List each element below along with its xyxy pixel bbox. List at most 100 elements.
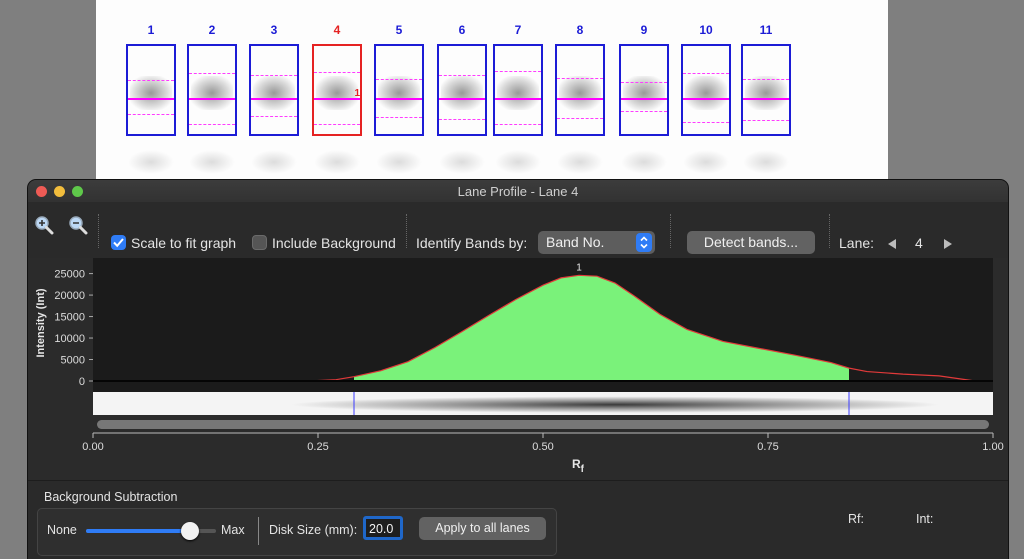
lane-boundary-line — [683, 73, 729, 74]
toolbar-separator — [829, 214, 831, 248]
lane-number-label: 7 — [514, 23, 522, 37]
lane-boundary-line — [557, 118, 603, 119]
lane-box[interactable] — [741, 44, 791, 136]
y-tick-label: 15000 — [54, 312, 85, 324]
lane-center-line — [621, 98, 667, 100]
lane-boundary-line — [621, 82, 667, 83]
lane-number-label: 3 — [270, 23, 278, 37]
next-lane-arrow-icon[interactable] — [942, 238, 954, 250]
x-tick-label: 0.50 — [532, 441, 553, 453]
lane-center-line — [683, 98, 729, 100]
scale-to-fit-label: Scale to fit graph — [131, 235, 237, 251]
apply-to-all-lanes-button[interactable]: Apply to all lanes — [419, 517, 546, 540]
y-axis-title: Intensity (Int) — [35, 288, 47, 357]
lane-box[interactable] — [187, 44, 237, 136]
y-tick-label: 0 — [79, 376, 85, 388]
scale-to-fit-checkbox[interactable] — [111, 235, 126, 250]
faint-band — [557, 150, 603, 174]
lane-number-label: 1 — [147, 23, 155, 37]
faint-band — [743, 150, 789, 174]
lane-number-label: 6 — [458, 23, 466, 37]
lane-box[interactable] — [619, 44, 669, 136]
lane-box[interactable] — [681, 44, 731, 136]
lane-box[interactable] — [555, 44, 605, 136]
lane-box[interactable] — [493, 44, 543, 136]
lane-box[interactable] — [126, 44, 176, 136]
slider-knob[interactable] — [181, 522, 199, 540]
lane-center-line — [314, 98, 360, 100]
disk-size-value: 20.0 — [369, 522, 394, 536]
slider-max-label: Max — [221, 523, 245, 537]
lane-boundary-line — [128, 114, 174, 115]
lane-boundary-line — [621, 111, 667, 112]
lane-profile-chart[interactable]: 1 0 5000 10000 15000 20000 25000 Intensity (Int… — [28, 258, 1008, 480]
lane-boundary-line — [495, 71, 541, 72]
select-stepper — [636, 233, 652, 252]
faint-band — [376, 150, 422, 174]
lane-center-line — [439, 98, 485, 100]
lane-center-line — [557, 98, 603, 100]
lane-boundary-line — [683, 122, 729, 123]
y-tick-label: 20000 — [54, 290, 85, 302]
background-slider[interactable] — [86, 522, 216, 540]
disk-size-label: Disk Size (mm): — [269, 523, 358, 537]
lane-profile-window: Lane Profile - Lane 4 Scale to fit graph… — [28, 180, 1008, 559]
detect-bands-button[interactable]: Detect bands... — [687, 231, 815, 254]
lane-box[interactable]: 1 — [312, 44, 362, 136]
window-title: Lane Profile - Lane 4 — [457, 184, 579, 199]
lane-box[interactable] — [437, 44, 487, 136]
lane-center-line — [251, 98, 297, 100]
x-tick-label: 0.75 — [757, 441, 778, 453]
lane-number-label: 4 — [333, 23, 341, 37]
lane-boundary-line — [314, 124, 360, 125]
band-smear — [497, 76, 539, 110]
rf-readout-label: Rf: — [848, 512, 864, 526]
y-tick-label: 5000 — [61, 355, 85, 367]
lane-number-label: 2 — [208, 23, 216, 37]
magnifier-minus-icon[interactable] — [68, 215, 88, 235]
title-bar[interactable]: Lane Profile - Lane 4 — [28, 180, 1008, 203]
slider-fill — [86, 529, 190, 533]
faint-band — [439, 150, 485, 174]
lane-boundary-line — [314, 72, 360, 73]
lane-number: 4 — [915, 235, 923, 251]
faint-band — [495, 150, 541, 174]
faint-band — [189, 150, 235, 174]
band-smear — [441, 76, 483, 110]
bottom-panel: Background Subtraction None Max Disk Siz… — [28, 480, 1008, 559]
band-smear — [191, 76, 233, 110]
faint-band — [683, 150, 729, 174]
x-tick-label: 0.00 — [82, 441, 103, 453]
band-smear — [253, 76, 295, 110]
identify-bands-label: Identify Bands by: — [416, 235, 528, 251]
lane-boundary-line — [557, 78, 603, 79]
disk-size-input[interactable]: 20.0 — [363, 516, 403, 540]
band-smear — [130, 76, 172, 110]
lane-boundary-line — [251, 116, 297, 117]
lane-boundary-line — [439, 119, 485, 120]
identify-bands-select[interactable]: Band No. — [538, 231, 655, 254]
x-tick-label: 0.25 — [307, 441, 328, 453]
faint-band — [251, 150, 297, 174]
band-smear — [316, 76, 358, 110]
previous-lane-arrow-icon[interactable] — [886, 238, 898, 250]
lane-boundary-line — [743, 79, 789, 80]
faint-band — [314, 150, 360, 174]
band-peak-label: 1 — [576, 262, 582, 273]
lane-boundary-line — [251, 75, 297, 76]
group-divider — [258, 517, 259, 545]
lane-box[interactable] — [374, 44, 424, 136]
lane-number-label: 8 — [576, 23, 584, 37]
x-tick-label: 1.00 — [982, 441, 1003, 453]
include-background-checkbox[interactable] — [252, 235, 267, 250]
lane-center-line — [128, 98, 174, 100]
lane-boundary-line — [128, 80, 174, 81]
int-readout-label: Int: — [916, 512, 934, 526]
slider-min-label: None — [47, 523, 77, 537]
lane-boundary-line — [743, 120, 789, 121]
lane-boundary-line — [376, 117, 422, 118]
faint-band — [128, 150, 174, 174]
lane-box[interactable] — [249, 44, 299, 136]
magnifier-plus-icon[interactable] — [34, 215, 54, 235]
toolbar: Scale to fit graph Include Background Id… — [28, 202, 1008, 258]
